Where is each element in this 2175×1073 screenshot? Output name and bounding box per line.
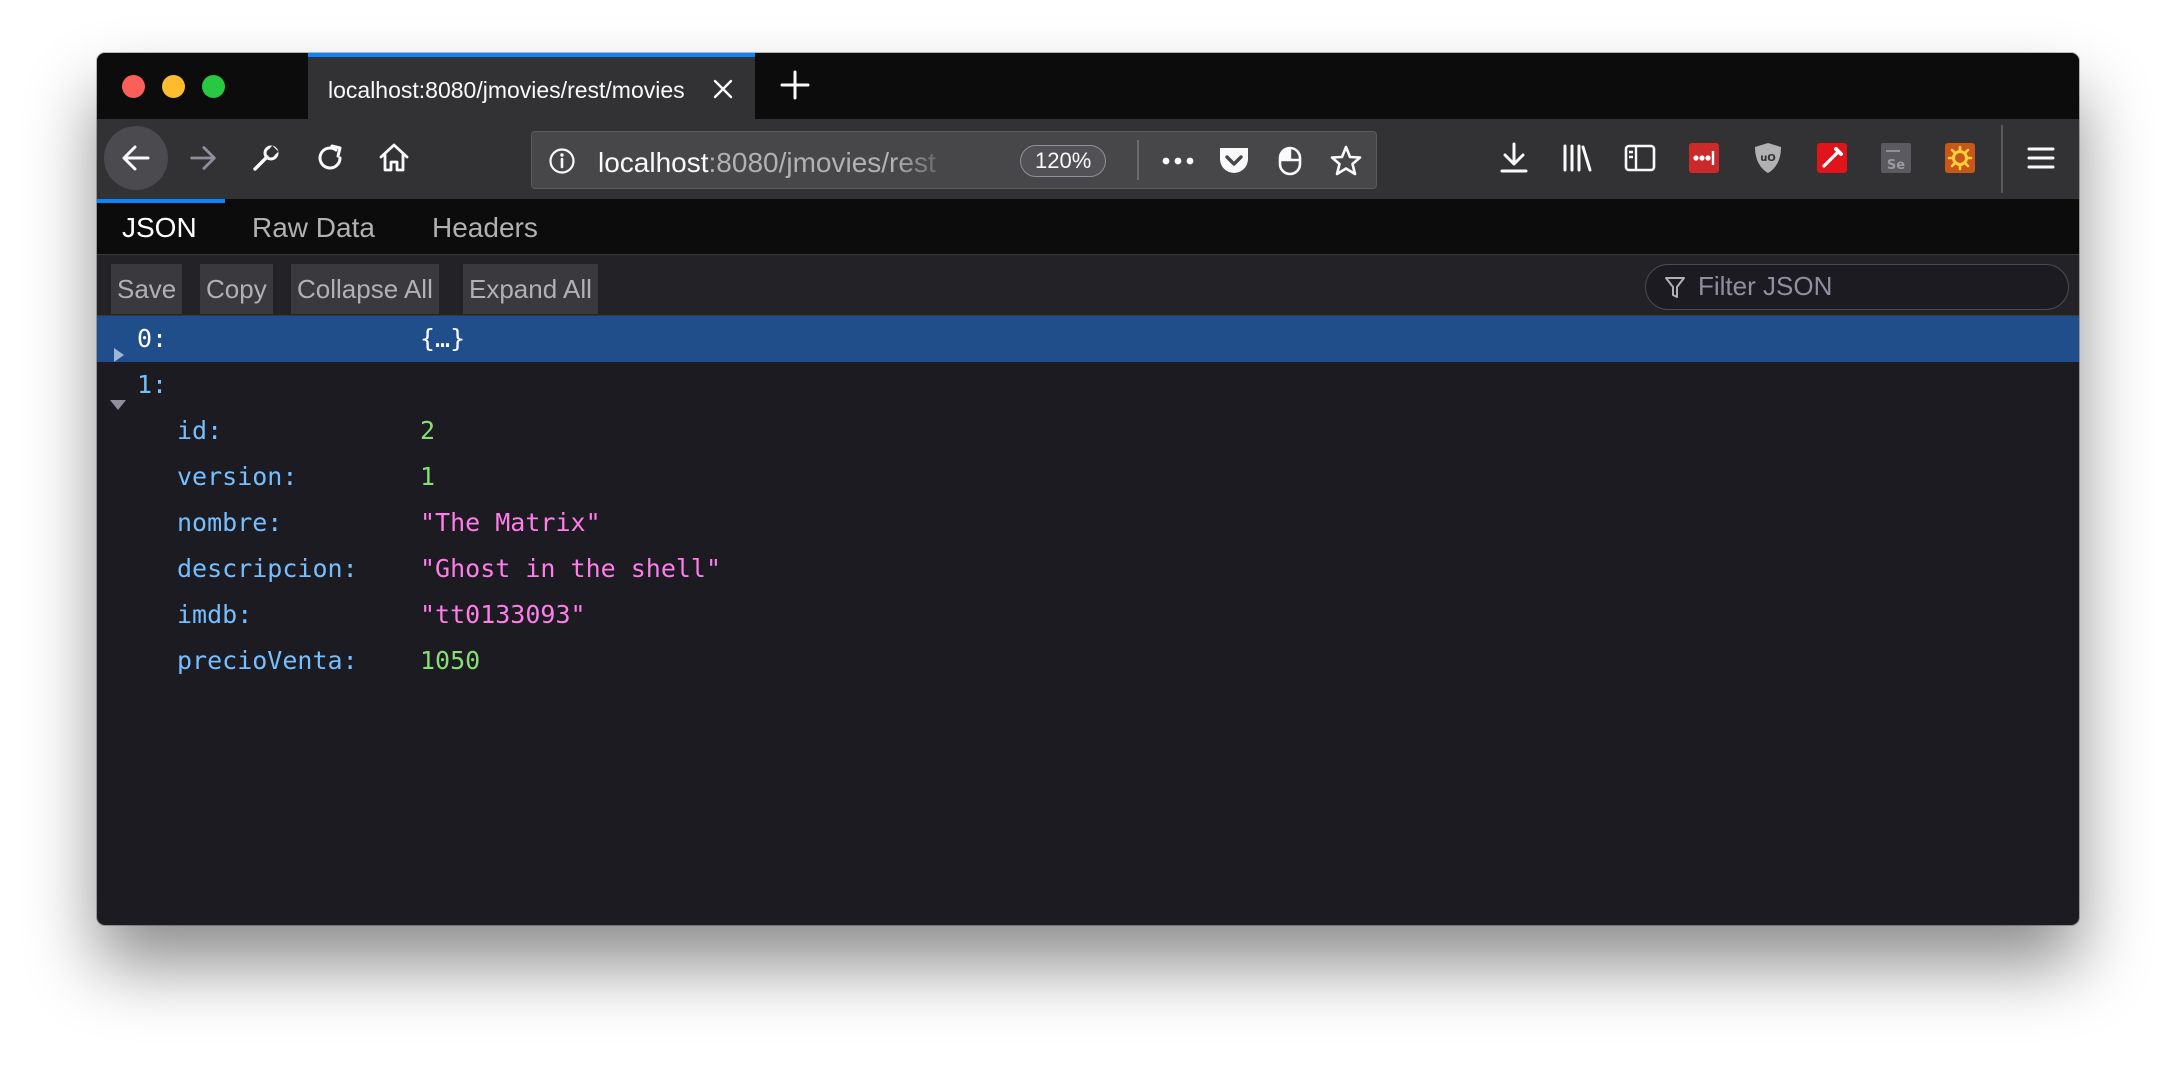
tree-value: 2: [420, 416, 436, 445]
address-bar[interactable]: localhost:8080/jmovies/rest 120%: [531, 131, 1377, 189]
home-button[interactable]: [367, 131, 421, 185]
color-picker-extension-button[interactable]: [1805, 131, 1859, 185]
json-tree: 0: {…} 1: id: 2 version: 1 nombre: "The …: [97, 316, 2079, 684]
pocket-icon[interactable]: [1217, 144, 1251, 178]
minimize-window-button[interactable]: [162, 75, 185, 98]
tree-value: "Ghost in the shell": [420, 554, 722, 583]
sidebar-button[interactable]: [1613, 131, 1667, 185]
selenium-icon: Se: [1881, 143, 1911, 173]
gear-icon: [1945, 143, 1975, 173]
home-icon: [379, 143, 409, 172]
json-viewer-tabs: JSON Raw Data Headers: [97, 199, 2079, 255]
filter-placeholder: Filter JSON: [1698, 271, 1833, 301]
new-tab-button[interactable]: [777, 67, 813, 103]
zoom-level-button[interactable]: 120%: [1020, 145, 1107, 177]
tree-key: id:: [177, 416, 223, 445]
tab-headers[interactable]: Headers: [432, 199, 538, 254]
tree-row[interactable]: version: 1: [97, 454, 2079, 500]
navigation-toolbar: localhost:8080/jmovies/rest 120% uO Se: [97, 119, 2079, 199]
filter-json-input[interactable]: Filter JSON: [1645, 264, 2069, 310]
downloads-button[interactable]: [1487, 131, 1541, 185]
tab-title: localhost:8080/jmovies/rest/movies: [328, 77, 685, 103]
back-button[interactable]: [104, 126, 168, 190]
settings-extension-button[interactable]: [1933, 131, 1987, 185]
url-text[interactable]: localhost:8080/jmovies/rest: [598, 147, 958, 179]
wrench-icon: [253, 145, 279, 171]
tree-row-collapsed[interactable]: 0: {…}: [97, 316, 2079, 362]
tree-value: "tt0133093": [420, 600, 586, 629]
svg-text:Se: Se: [1887, 158, 1905, 173]
zoom-window-button[interactable]: [202, 75, 225, 98]
browser-tab[interactable]: localhost:8080/jmovies/rest/movies: [308, 53, 755, 119]
lastpass-extension-button[interactable]: [1677, 131, 1731, 185]
ublock-icon: uO: [1755, 143, 1781, 173]
tree-key: version:: [177, 462, 298, 491]
hamburger-menu-icon: [2027, 147, 2055, 169]
tree-key: descripcion:: [177, 554, 358, 583]
sidebar-icon: [1624, 144, 1656, 172]
urlbar-separator: [1137, 140, 1139, 180]
tree-value: 1: [420, 462, 436, 491]
tree-row[interactable]: precioVenta: 1050: [97, 638, 2079, 684]
url-host: localhost: [598, 147, 709, 178]
tree-value: "The Matrix": [420, 508, 601, 537]
tree-key: 1:: [137, 370, 168, 399]
copy-button[interactable]: Copy: [200, 264, 273, 314]
tree-row[interactable]: id: 2: [97, 408, 2079, 454]
svg-text:uO: uO: [1760, 153, 1776, 164]
toolbar-separator: [2001, 125, 2003, 193]
url-path: :8080/jmovies/rest: [708, 147, 936, 178]
library-icon: [1563, 144, 1592, 172]
library-button[interactable]: [1550, 131, 1604, 185]
tree-row[interactable]: descripcion: "Ghost in the shell": [97, 546, 2079, 592]
tree-row[interactable]: nombre: "The Matrix": [97, 500, 2079, 546]
close-window-button[interactable]: [122, 75, 145, 98]
tree-value: 1050: [420, 646, 481, 675]
reload-icon: [318, 144, 342, 170]
page-actions-icon[interactable]: [1161, 144, 1195, 178]
tree-row[interactable]: imdb: "tt0133093": [97, 592, 2079, 638]
filter-icon: [1664, 276, 1686, 305]
developer-tools-button[interactable]: [239, 131, 293, 185]
tree-key: nombre:: [177, 508, 283, 537]
browser-window: localhost:8080/jmovies/rest/movies local…: [97, 53, 2079, 925]
tab-raw-data[interactable]: Raw Data: [252, 199, 375, 254]
json-toolbar: Save Copy Collapse All Expand All Filter…: [97, 255, 2079, 316]
forward-arrow-icon: [190, 146, 216, 170]
collapse-all-button[interactable]: Collapse All: [291, 264, 439, 314]
tree-key: precioVenta:: [177, 646, 358, 675]
reload-button[interactable]: [303, 131, 357, 185]
eyedropper-icon: [1817, 143, 1847, 173]
open-menu-button[interactable]: [2014, 131, 2068, 185]
tab-json[interactable]: JSON: [122, 199, 197, 254]
close-tab-icon[interactable]: [711, 77, 735, 101]
tree-key: imdb:: [177, 600, 253, 629]
selenium-extension-button[interactable]: Se: [1869, 131, 1923, 185]
expand-all-button[interactable]: Expand All: [463, 264, 598, 314]
mouse-icon[interactable]: [1273, 144, 1307, 178]
lastpass-icon: [1689, 143, 1719, 173]
ublock-extension-button[interactable]: uO: [1741, 131, 1795, 185]
back-arrow-icon: [122, 145, 150, 171]
site-info-icon[interactable]: [548, 147, 576, 180]
tree-row-expanded[interactable]: 1:: [97, 362, 2079, 410]
download-icon: [1500, 142, 1528, 173]
tab-strip: localhost:8080/jmovies/rest/movies: [97, 53, 2079, 119]
save-button[interactable]: Save: [111, 264, 183, 314]
bookmark-star-icon[interactable]: [1329, 144, 1363, 178]
forward-button[interactable]: [176, 131, 230, 185]
tree-key: 0:: [137, 324, 168, 353]
tree-value-preview: {…}: [420, 324, 466, 353]
